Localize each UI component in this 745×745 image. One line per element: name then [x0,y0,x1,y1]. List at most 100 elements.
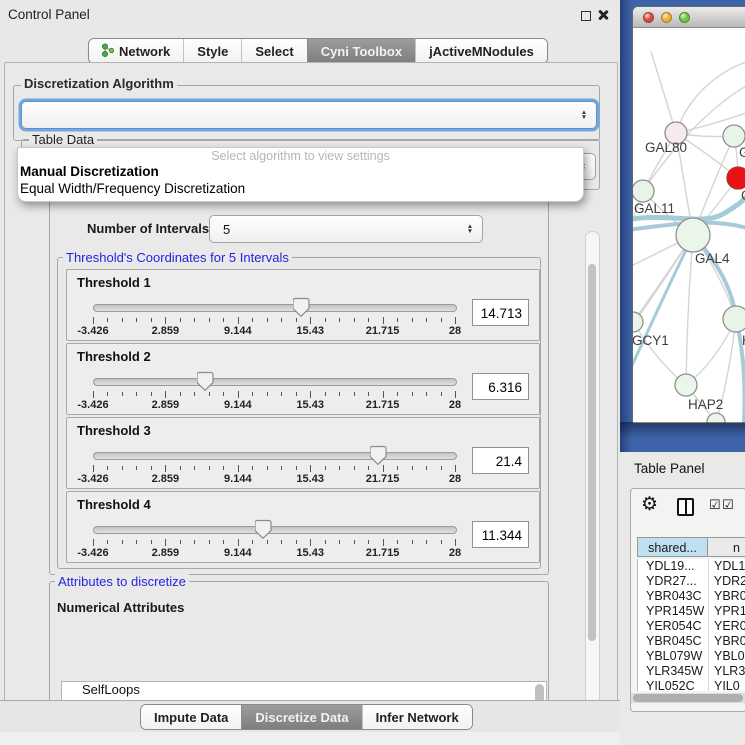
network-node-label: GCY1 [633,333,669,348]
major-tick [165,317,166,324]
network-node-h[interactable] [723,306,745,332]
table-row[interactable]: YLR345WYLR3 [638,664,745,679]
table-row[interactable]: YBR043CYBR0 [638,589,745,604]
tick-label: 28 [425,399,485,411]
checkbox-icons[interactable]: ☑☑ [709,497,735,513]
table-row[interactable]: YDL19...YDL1 [638,559,745,574]
minor-tick [325,540,326,544]
slider-handle[interactable] [293,297,310,323]
footer-tab-infer-network[interactable]: Infer Network [362,705,472,729]
tick-label: 28 [425,325,485,337]
spinner-arrows-icon: ▲▼ [577,110,591,121]
window-title: Control Panel [8,7,90,22]
table-row[interactable]: YPR145WYPR1 [638,604,745,619]
table-row[interactable]: YIL052CYIL0 [638,679,745,691]
tick-label: 28 [425,473,485,485]
dropdown-item-equal-width[interactable]: Equal Width/Frequency Discretization [18,181,583,198]
column-header-name[interactable]: n [707,537,745,557]
slider-track[interactable] [93,304,457,312]
network-edge [633,322,686,385]
table-panel-header: Table Panel [620,452,745,486]
slider-track[interactable] [93,452,457,460]
table-row[interactable]: YBL079WYBL0 [638,649,745,664]
close-icon[interactable] [596,8,610,22]
table-row[interactable]: YDR27...YDR2 [638,574,745,589]
slider-handle[interactable] [370,445,387,471]
network-node-label: HAP2 [688,397,723,412]
threshold-value-field[interactable]: 21.4 [472,447,529,474]
cell-shared-name: YDL19... [638,559,709,574]
numerical-attributes-label: Numerical Attributes [57,600,184,615]
tab-style[interactable]: Style [183,39,241,63]
footer-tab-discretize-data[interactable]: Discretize Data [241,705,361,729]
list-item-selfloops[interactable]: SelfLoops [62,682,546,698]
footer-tab-impute-data[interactable]: Impute Data [141,705,241,729]
threshold-value-field[interactable]: 14.713 [472,299,529,326]
tick-label: 15.43 [280,547,340,559]
minor-tick [151,466,152,470]
tab-jactivemnodules[interactable]: jActiveMNodules [415,39,547,63]
tick-label: 9.144 [208,399,268,411]
slider-track[interactable] [93,526,457,534]
minor-tick [252,392,253,396]
minor-tick [296,466,297,470]
slider-handle[interactable] [255,519,272,545]
algorithm-combobox[interactable]: ▲▼ [21,101,597,129]
panel-vertical-scrollbar[interactable] [585,231,600,730]
network-node-gcy1[interactable] [633,312,643,332]
network-node-label: GAL80 [645,140,687,155]
tick-label: -3.426 [63,547,123,559]
network-node-gal4[interactable] [676,218,710,252]
cell-shared-name: YDR27... [638,574,709,589]
cell-name: YLR3 [709,664,745,679]
scrollbar-thumb[interactable] [588,264,596,641]
major-tick [383,391,384,398]
float-icon[interactable] [581,11,591,21]
minor-tick [252,466,253,470]
slider-handle[interactable] [197,371,214,397]
table-row[interactable]: YBR045CYBR0 [638,634,745,649]
number-of-intervals-combobox[interactable]: 5 ▲▼ [209,215,483,243]
table-horizontal-scrollbar[interactable] [631,693,745,703]
network-window-titlebar[interactable] [633,7,745,28]
minor-tick [180,540,181,544]
minor-tick [194,318,195,322]
tab-label: Cyni Toolbox [321,44,402,59]
table-panel-card: ⚙ ☑☑ shared...n YDL19...YDL1YDR27...YDR2… [630,488,745,712]
footer-tab-label: Impute Data [154,710,228,725]
network-node-gal11[interactable] [633,180,654,202]
network-node-hap2[interactable] [675,374,697,396]
column-header-shared-name[interactable]: shared... [637,537,708,557]
columns-icon[interactable] [677,498,694,516]
table-rows: YDL19...YDL1YDR27...YDR2YBR043CYBR0YPR14… [637,559,745,691]
scrollbar-thumb[interactable] [633,694,743,702]
cell-shared-name: YBR045C [638,634,709,649]
tab-network[interactable]: Network [89,39,183,63]
network-view-window[interactable]: GAL80GACGAL11GAL4HGCY1HAP2 [632,6,745,424]
gear-icon[interactable]: ⚙ [641,493,658,516]
close-traffic-light[interactable] [643,12,654,23]
dropdown-item-manual[interactable]: Manual Discretization [18,164,583,181]
minor-tick [223,318,224,322]
cell-shared-name: YBL079W [638,649,709,664]
tab-select[interactable]: Select [241,39,306,63]
zoom-traffic-light[interactable] [679,12,690,23]
minimize-traffic-light[interactable] [661,12,672,23]
minor-tick [136,392,137,396]
network-canvas[interactable]: GAL80GACGAL11GAL4HGCY1HAP2 [633,28,745,423]
threshold-value-field[interactable]: 11.344 [472,521,529,548]
minor-tick [180,466,181,470]
network-node-ga[interactable] [723,125,745,147]
tab-cyni-toolbox[interactable]: Cyni Toolbox [307,39,415,63]
tick-label: 21.715 [353,399,413,411]
slider-track[interactable] [93,378,457,386]
network-node-c[interactable] [727,167,745,189]
cell-name: YDL1 [709,559,745,574]
threshold-value-field[interactable]: 6.316 [472,373,529,400]
major-tick [310,539,311,546]
app-root: Control Panel NetworkStyleSelect Cyni Too… [0,0,745,745]
minor-tick [107,540,108,544]
table-row[interactable]: YER054CYER0 [638,619,745,634]
minor-tick [180,318,181,322]
tick-label: 2.859 [135,473,195,485]
